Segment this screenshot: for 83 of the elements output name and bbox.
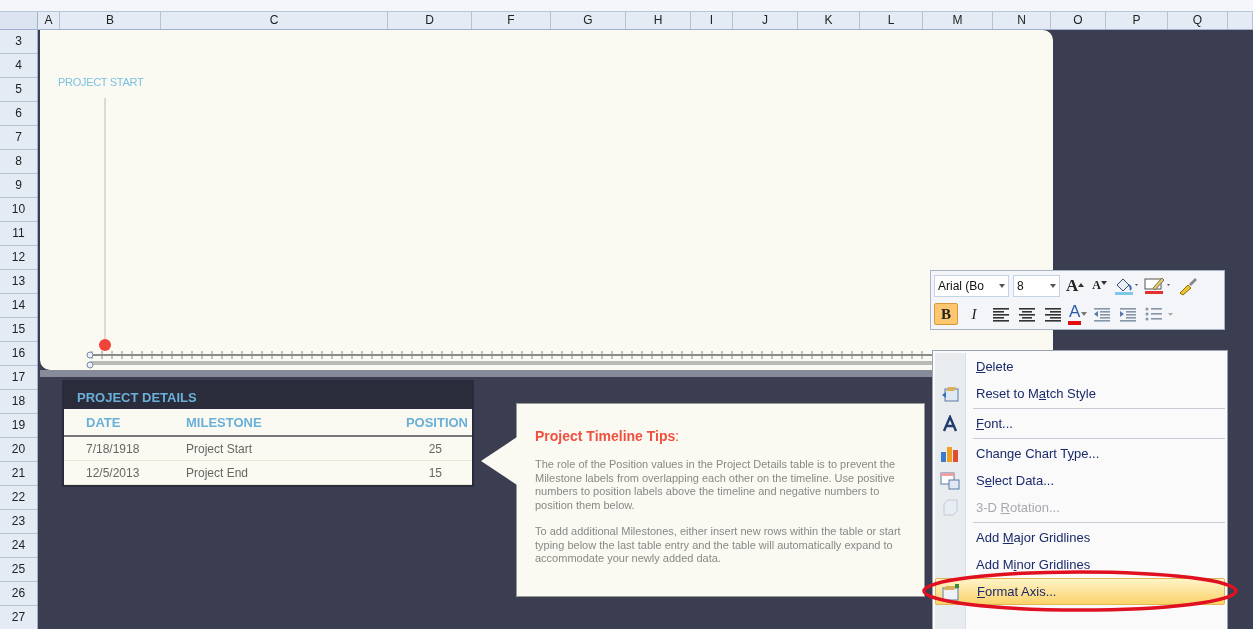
row-header[interactable]: 20 bbox=[0, 438, 37, 462]
font-size-dropdown[interactable]: 8 bbox=[1013, 274, 1060, 297]
format-axis-icon bbox=[941, 582, 961, 601]
row-header[interactable]: 24 bbox=[0, 534, 37, 558]
row-header[interactable]: 6 bbox=[0, 102, 37, 126]
shrink-font-button[interactable]: A bbox=[1090, 274, 1109, 297]
table-cell-text: 12/5/2013 bbox=[85, 465, 141, 480]
row-header[interactable]: 18 bbox=[0, 390, 37, 414]
reset-style-icon bbox=[940, 384, 960, 403]
row-header[interactable]: 7 bbox=[0, 126, 37, 150]
column-heading: DATE bbox=[85, 414, 122, 430]
align-center-icon[interactable] bbox=[1016, 305, 1038, 324]
column-header[interactable]: M bbox=[923, 12, 993, 29]
milestone-label: PROJECT START bbox=[58, 76, 144, 88]
column-header[interactable]: O bbox=[1051, 12, 1106, 29]
data-table-icon bbox=[940, 471, 960, 490]
row-header[interactable]: 11 bbox=[0, 222, 37, 246]
row-header[interactable]: 14 bbox=[0, 294, 37, 318]
row-header[interactable]: 15 bbox=[0, 318, 37, 342]
tips-colon: : bbox=[675, 428, 680, 444]
bar-chart-icon bbox=[940, 444, 960, 463]
row-header[interactable]: 25 bbox=[0, 558, 37, 582]
row-header[interactable]: 19 bbox=[0, 414, 37, 438]
milestone-dot bbox=[99, 339, 111, 351]
caret-icon bbox=[1081, 312, 1088, 317]
cube-icon bbox=[941, 498, 959, 517]
column-header[interactable]: D bbox=[388, 12, 472, 29]
column-header[interactable]: L bbox=[860, 12, 923, 29]
column-header[interactable]: J bbox=[733, 12, 798, 29]
outline-pen-icon[interactable] bbox=[1142, 275, 1173, 296]
column-header[interactable]: F bbox=[472, 12, 551, 29]
align-right-icon[interactable] bbox=[1042, 305, 1064, 324]
menu-item[interactable]: Font... bbox=[935, 410, 1225, 437]
row-header[interactable]: 17 bbox=[0, 366, 37, 390]
row-header[interactable]: 10 bbox=[0, 198, 37, 222]
table-title: PROJECT DETAILS bbox=[76, 389, 198, 407]
column-heading: MILESTONE bbox=[185, 414, 263, 430]
table-cell-text: 7/18/1918 bbox=[85, 441, 141, 456]
tips-paragraph: The role of the Position values in the Project Details table is to prevent the Milestone labels from overlapping each other on the timeline. Use positive numbers to position labels above the timeline and negative numbers to position them below. bbox=[535, 458, 897, 512]
column-header[interactable]: B bbox=[60, 12, 161, 29]
row-header[interactable]: 21 bbox=[0, 462, 37, 486]
row-header[interactable]: 27 bbox=[0, 606, 37, 629]
font-color-button[interactable]: A bbox=[1068, 303, 1082, 326]
font-icon bbox=[941, 414, 959, 433]
menu-item[interactable]: Change Chart Type... bbox=[935, 440, 1225, 467]
align-left-icon[interactable] bbox=[990, 305, 1012, 324]
row-header[interactable]: 5 bbox=[0, 78, 37, 102]
grow-font-button[interactable]: A bbox=[1064, 274, 1087, 297]
table-cell-text: 15 bbox=[427, 465, 443, 480]
table-cell-text: 25 bbox=[427, 441, 443, 456]
menu-item[interactable]: Reset to Match Style bbox=[935, 380, 1225, 407]
column-header[interactable]: P bbox=[1106, 12, 1168, 29]
row-header[interactable]: 12 bbox=[0, 246, 37, 270]
menu-item[interactable]: Add Major Gridlines bbox=[935, 524, 1225, 551]
row-header[interactable]: 16 bbox=[0, 342, 37, 366]
tips-paragraph: To add additional Milestones, either insert new rows within the table or start typing below the last table entry and the table will automatically expand to accommodate your newly added data. bbox=[535, 525, 902, 566]
row-header[interactable]: 3 bbox=[0, 30, 37, 54]
row-header[interactable]: 9 bbox=[0, 174, 37, 198]
font-name-dropdown[interactable]: Arial (Bo bbox=[934, 274, 1009, 297]
column-header[interactable]: G bbox=[551, 12, 626, 29]
column-header[interactable]: A bbox=[38, 12, 60, 29]
column-header[interactable]: H bbox=[626, 12, 691, 29]
column-heading: POSITION bbox=[404, 414, 469, 430]
row-header[interactable]: 22 bbox=[0, 486, 37, 510]
row-header[interactable]: 23 bbox=[0, 510, 37, 534]
row-header[interactable]: 26 bbox=[0, 582, 37, 606]
row-header[interactable]: 8 bbox=[0, 150, 37, 174]
column-header[interactable]: C bbox=[161, 12, 388, 29]
italic-button[interactable]: I bbox=[962, 303, 986, 326]
caret-icon bbox=[1050, 283, 1056, 288]
column-header[interactable]: Q bbox=[1168, 12, 1228, 29]
menu-item[interactable]: Add Minor Gridlines bbox=[935, 551, 1225, 578]
row-header[interactable]: 13 bbox=[0, 270, 37, 294]
menu-item[interactable]: Select Data... bbox=[935, 467, 1225, 494]
menu-item[interactable]: Format Axis... bbox=[935, 578, 1225, 605]
column-header[interactable]: I bbox=[691, 12, 733, 29]
table-cell-text: Project Start bbox=[185, 441, 254, 456]
bold-button[interactable]: B bbox=[934, 303, 958, 326]
column-header[interactable]: N bbox=[993, 12, 1051, 29]
row-header[interactable]: 4 bbox=[0, 54, 37, 78]
caret-icon bbox=[999, 283, 1005, 288]
column-header[interactable]: K bbox=[798, 12, 860, 29]
table-cell-text: Project End bbox=[185, 465, 250, 480]
